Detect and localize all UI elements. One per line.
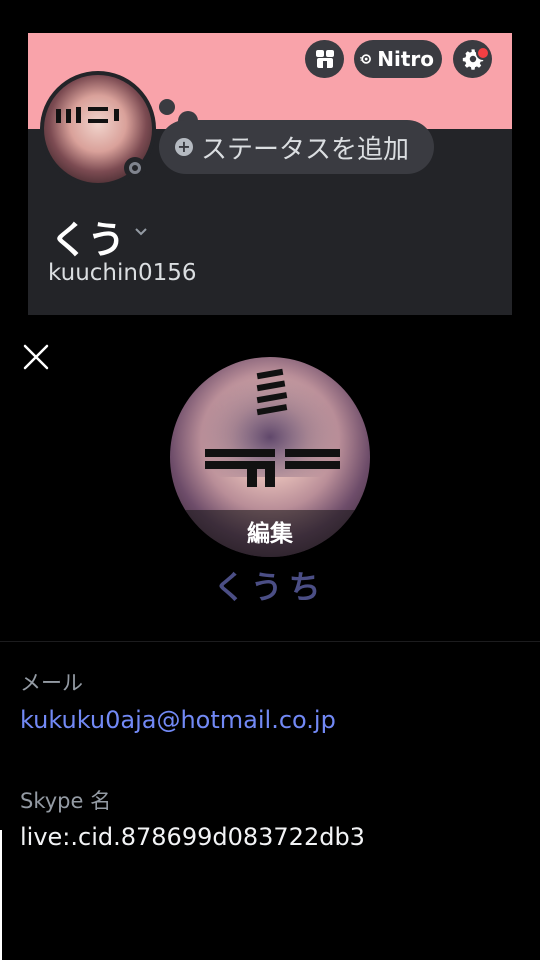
close-icon[interactable] <box>22 343 50 371</box>
display-name[interactable]: くう <box>50 209 125 264</box>
add-status-label: ステータスを追加 <box>201 134 410 165</box>
skype-label: Skype 名 <box>20 789 112 813</box>
plus-circle-icon: + <box>175 138 193 156</box>
notification-dot <box>476 46 490 60</box>
nitro-label: Nitro <box>377 47 434 71</box>
nickname: くうち <box>213 568 327 606</box>
avatar-edit-overlay[interactable]: 編集 <box>170 510 370 557</box>
settings-button[interactable] <box>453 40 492 78</box>
username: kuuchin0156 <box>48 260 197 286</box>
shop-button[interactable] <box>305 40 344 78</box>
email-label: メール <box>20 671 83 695</box>
censor-bars <box>205 368 340 487</box>
nitro-icon <box>360 54 371 64</box>
status-indicator <box>124 157 146 179</box>
email-value[interactable]: kukuku0aja@hotmail.co.jp <box>20 706 336 734</box>
chevron-down-icon[interactable] <box>133 223 149 239</box>
shop-icon <box>315 50 334 68</box>
edge-line <box>0 830 2 960</box>
avatar-edit-label: 編集 <box>247 521 293 547</box>
add-status-button[interactable]: + ステータスを追加 <box>159 120 434 174</box>
censor-bars <box>56 107 119 123</box>
skype-value: live:.cid.878699d083722db3 <box>20 823 365 851</box>
nitro-button[interactable]: Nitro <box>354 40 442 78</box>
avatar-edit[interactable]: 編集 <box>170 357 370 557</box>
status-bubble-dot <box>159 99 175 115</box>
divider <box>0 641 540 642</box>
profile-card: Nitro + ステータスを追加 くう kuuchin0156 <box>28 33 512 315</box>
